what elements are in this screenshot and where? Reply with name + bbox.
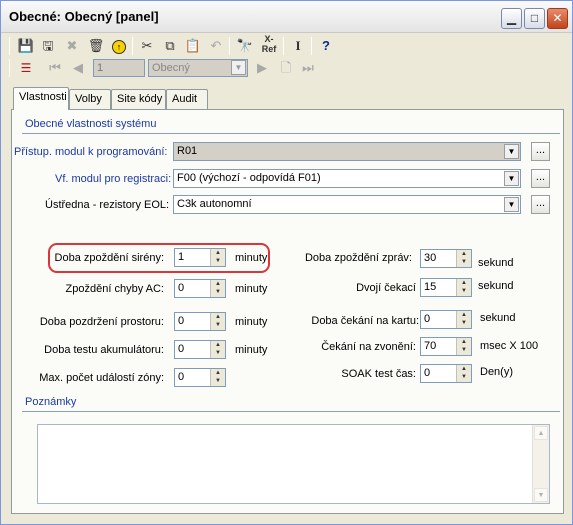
battery-test-unit: minuty (235, 344, 268, 356)
double-wait-unit: sekund (478, 280, 514, 292)
spin-down-icon[interactable]: ▼ (210, 349, 225, 358)
double-wait-value: 15 (424, 281, 437, 293)
browse-label: ... (535, 144, 546, 156)
battery-test-label: Doba testu akumulátoru: (44, 344, 164, 356)
ring-wait-input[interactable]: 70 ▲ ▼ (420, 337, 472, 356)
siren-delay-value: 1 (178, 251, 185, 263)
rf-module-value: F00 (výchozí - odpovídá F01) (177, 172, 321, 184)
double-wait-label: Dvojí čekací (356, 282, 416, 294)
area-hold-unit: minuty (235, 316, 268, 328)
notes-divider (22, 411, 560, 412)
rf-module-select[interactable]: F00 (výchozí - odpovídá F01) ▼ (173, 169, 521, 188)
card-wait-unit: sekund (480, 312, 516, 324)
siren-delay-unit: minuty (235, 252, 268, 264)
card-wait-input[interactable]: 0 ▲ ▼ (420, 310, 472, 329)
spin-down-icon[interactable]: ▼ (210, 321, 225, 330)
spin-down-icon[interactable]: ▼ (210, 377, 225, 386)
spin-down-icon[interactable]: ▼ (456, 373, 471, 382)
zone-events-label: Max. počet událostí zóny: (39, 372, 164, 384)
ring-wait-label: Čekání na zvonění: (321, 341, 416, 353)
message-delay-unit: sekund (478, 257, 514, 269)
scroll-down-icon[interactable]: ▼ (534, 488, 548, 502)
spin-down-icon[interactable]: ▼ (456, 258, 471, 267)
battery-test-input[interactable]: 0 ▲ ▼ (174, 340, 226, 359)
siren-delay-input[interactable]: 1 ▲ ▼ (174, 248, 226, 267)
spin-down-icon[interactable]: ▼ (210, 257, 225, 266)
spin-down-icon[interactable]: ▼ (456, 319, 471, 328)
rf-module-label: Vf. modul pro registraci: (55, 173, 172, 185)
card-wait-value: 0 (424, 313, 431, 325)
soak-test-label: SOAK test čas: (341, 368, 416, 380)
eol-select[interactable]: C3k autonomní ▼ (173, 195, 521, 214)
zone-events-value: 0 (178, 371, 185, 383)
area-hold-label: Doba pozdržení prostoru: (39, 316, 164, 328)
section-title: Obecné vlastnosti systému (25, 118, 157, 130)
area-hold-value: 0 (178, 315, 185, 327)
notes-scrollbar[interactable]: ▲ ▼ (532, 425, 549, 503)
ac-fault-delay-unit: minuty (235, 283, 268, 295)
rf-module-browse-button[interactable]: ... (531, 169, 550, 188)
message-delay-value: 30 (424, 252, 437, 264)
access-module-browse-button[interactable]: ... (531, 142, 550, 161)
ring-wait-unit: msec X 100 (480, 340, 539, 352)
browse-label: ... (535, 171, 546, 183)
ac-fault-delay-label: Zpoždění chyby AC: (65, 283, 164, 295)
battery-test-value: 0 (178, 343, 185, 355)
chevron-down-icon: ▼ (504, 171, 519, 186)
siren-delay-label: Doba zpoždění sirény: (54, 252, 164, 264)
spin-down-icon[interactable]: ▼ (456, 346, 471, 355)
chevron-down-icon: ▼ (504, 197, 519, 212)
ac-fault-delay-input[interactable]: 0 ▲ ▼ (174, 279, 226, 298)
access-module-value: R01 (177, 145, 198, 157)
notes-textarea[interactable]: ▲ ▼ (37, 424, 550, 504)
notes-title: Poznámky (25, 396, 77, 408)
access-module-label: Přístup. modul k programování: (14, 146, 168, 158)
ac-fault-delay-value: 0 (178, 282, 185, 294)
soak-test-value: 0 (424, 367, 431, 379)
soak-test-input[interactable]: 0 ▲ ▼ (420, 364, 472, 383)
scroll-up-icon[interactable]: ▲ (534, 426, 548, 440)
section-divider (22, 133, 560, 134)
soak-test-unit: Den(y) (480, 366, 514, 378)
eol-label: Ústředna - rezistory EOL: (45, 199, 170, 211)
spin-down-icon[interactable]: ▼ (456, 287, 471, 296)
eol-value: C3k autonomní (177, 198, 252, 210)
message-delay-label: Doba zpoždění zpráv: (304, 252, 412, 264)
spin-down-icon[interactable]: ▼ (210, 288, 225, 297)
zone-events-input[interactable]: 0 ▲ ▼ (174, 368, 226, 387)
message-delay-input[interactable]: 30 ▲ ▼ (420, 249, 472, 268)
eol-browse-button[interactable]: ... (531, 195, 550, 214)
browse-label: ... (535, 197, 546, 209)
ring-wait-value: 70 (424, 340, 437, 352)
area-hold-input[interactable]: 0 ▲ ▼ (174, 312, 226, 331)
chevron-down-icon: ▼ (504, 144, 519, 159)
double-wait-input[interactable]: 15 ▲ ▼ (420, 278, 472, 297)
card-wait-label: Doba čekání na kartu: (311, 315, 419, 327)
access-module-select[interactable]: R01 ▼ (173, 142, 521, 161)
